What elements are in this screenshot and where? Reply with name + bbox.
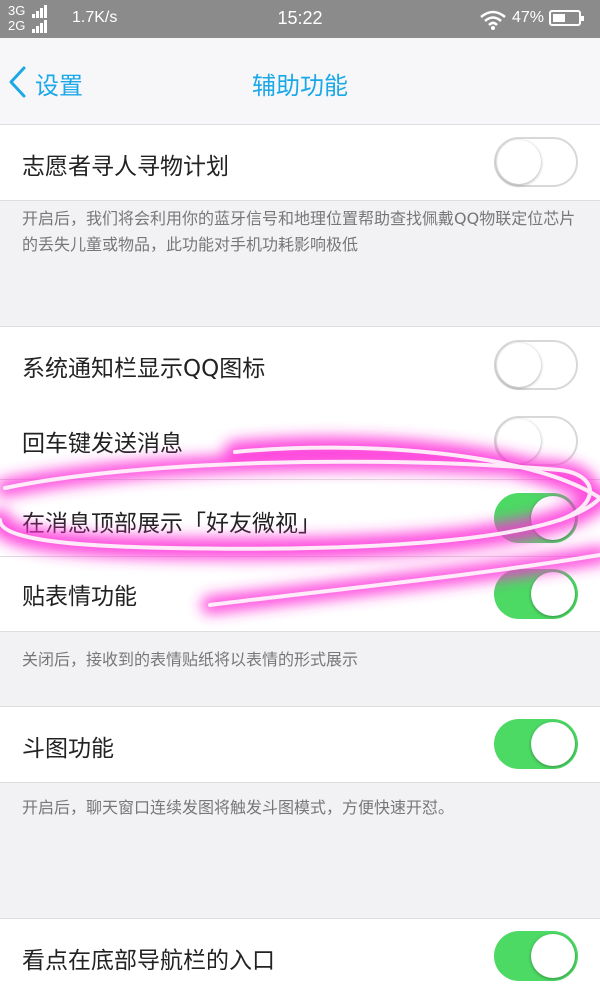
- setting-row-friend-weishi: 在消息顶部展示「好友微视」: [0, 480, 600, 557]
- kandian-entry-toggle[interactable]: [494, 931, 578, 981]
- setting-row-notification-icon: 系统通知栏显示QQ图标: [0, 326, 600, 405]
- setting-label: 在消息顶部展示「好友微视」: [22, 511, 321, 537]
- setting-row-kandian-entry: 看点在底部导航栏的入口: [0, 918, 600, 992]
- setting-row-sticker: 贴表情功能: [0, 557, 600, 632]
- wifi-icon: [480, 10, 506, 35]
- setting-row-doutu: 斗图功能: [0, 706, 600, 783]
- doutu-description: 开启后，聊天窗口连续发图将触发斗图模式，方便快速开怼。: [22, 798, 455, 817]
- volunteer-search-description: 开启后，我们将会利用你的蓝牙信号和地理位置帮助查找佩戴QQ物联定位芯片的丢失儿童…: [22, 209, 576, 254]
- status-bar: 3G 2G 1.7K/s 15:22 47%: [0, 0, 600, 38]
- battery-icon: [549, 10, 584, 26]
- battery-percentage: 47%: [512, 9, 545, 26]
- setting-label: 贴表情功能: [22, 584, 137, 610]
- setting-label: 斗图功能: [22, 736, 114, 762]
- notification-icon-toggle[interactable]: [494, 340, 578, 390]
- setting-label: 系统通知栏显示QQ图标: [22, 356, 266, 382]
- setting-label: 志愿者寻人寻物计划: [22, 154, 229, 180]
- setting-row-enter-to-send: 回车键发送消息: [0, 404, 600, 480]
- doutu-toggle[interactable]: [494, 719, 578, 769]
- enter-to-send-toggle[interactable]: [494, 416, 578, 466]
- sticker-toggle[interactable]: [494, 569, 578, 619]
- navigation-bar: 设置 辅助功能: [0, 38, 600, 124]
- setting-row-volunteer-search: 志愿者寻人寻物计划: [0, 124, 600, 201]
- setting-label: 看点在底部导航栏的入口: [22, 948, 275, 974]
- friend-weishi-toggle[interactable]: [494, 493, 578, 543]
- clock: 15:22: [277, 8, 323, 28]
- setting-label: 回车键发送消息: [22, 431, 183, 457]
- sticker-description: 关闭后，接收到的表情贴纸将以表情的形式展示: [22, 650, 359, 669]
- page-title: 辅助功能: [252, 72, 348, 100]
- volunteer-search-toggle[interactable]: [494, 137, 578, 187]
